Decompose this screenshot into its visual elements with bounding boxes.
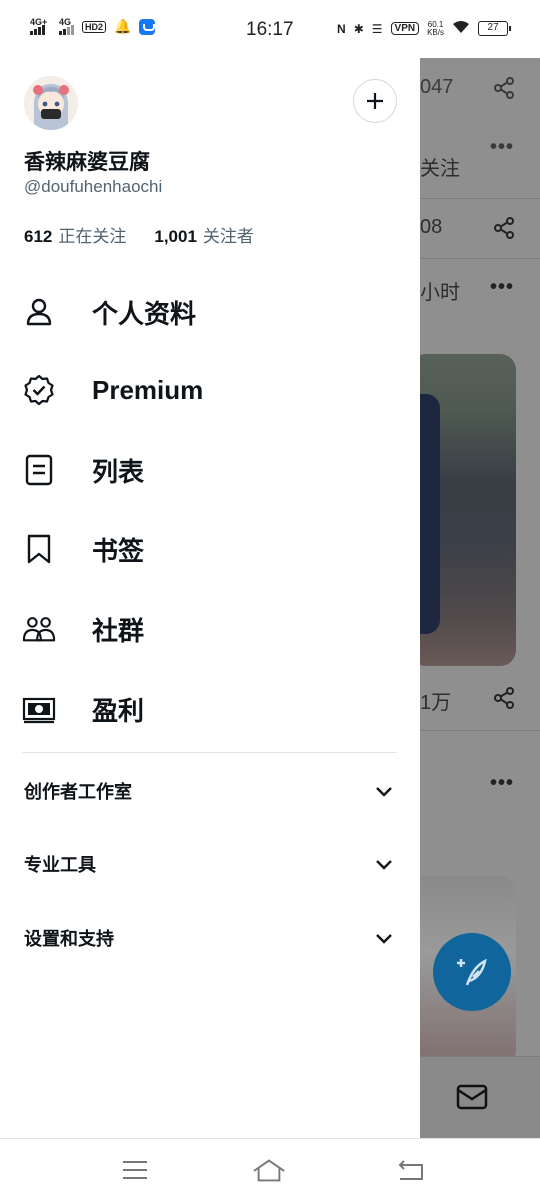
section-creator-studio[interactable]: 创作者工作室 [0, 766, 420, 816]
list-icon [22, 453, 56, 487]
bg-share-icon-3 [492, 686, 516, 715]
chevron-down-icon [376, 787, 392, 797]
menu-item-communities[interactable]: 社群 [0, 599, 420, 659]
signal-icon-2: 4G [59, 17, 74, 35]
navigation-drawer: 香辣麻婆豆腐 @doufuhenhaochi 612 正在关注 1,001 关注者 … [0, 58, 420, 1138]
avatar-illustration [24, 76, 78, 130]
bg-text-3: 08 [420, 216, 443, 238]
plus-icon [367, 93, 383, 109]
vpn-badge: VPN [390, 22, 420, 35]
hamburger-icon [123, 1161, 147, 1179]
menu-item-premium[interactable]: Premium [0, 360, 420, 420]
clock: 16:17 [246, 19, 294, 40]
background-timeline[interactable]: 047 ••• 关注 08 小时 ••• 1万 ••• [420, 58, 540, 1138]
network-speed: 60.1 KB/s [427, 19, 444, 37]
compose-fab[interactable] [433, 933, 511, 1011]
chevron-down-icon [376, 934, 392, 944]
bg-media-image-1[interactable] [420, 354, 516, 666]
person-icon [22, 295, 56, 329]
menu-divider [22, 752, 397, 753]
status-bar: 4G+ 4G HD2 🔔 16:17 N ✱ ☰ VPN 60.1 KB/s 2… [0, 0, 540, 58]
bg-text-1: 047 [420, 76, 454, 98]
bg-text-2: 关注 [420, 158, 460, 180]
bg-text-4: 小时 [420, 282, 460, 304]
wifi-icon [452, 20, 470, 37]
bg-more-icon-2: ••• [490, 772, 515, 794]
status-left: 4G+ 4G HD2 🔔 [30, 17, 156, 35]
bg-more-icon-0: ••• [490, 136, 515, 158]
verified-badge-icon [22, 373, 56, 407]
followers-link[interactable]: 1,001 关注者 [154, 222, 254, 247]
avatar[interactable] [24, 76, 78, 130]
battery-icon: 27 [478, 21, 511, 36]
section-professional-tools[interactable]: 专业工具 [0, 839, 420, 889]
hd-voice-icon: HD2 [82, 20, 107, 33]
menu-item-profile[interactable]: 个人资料 [0, 282, 420, 342]
bg-share-icon-2 [492, 216, 516, 245]
username-handle[interactable]: @doufuhenhaochi [24, 177, 162, 197]
bluetooth-icon: ✱ [353, 21, 364, 36]
menu-item-monetization[interactable]: 盈利 [0, 679, 420, 739]
home-icon [253, 1159, 285, 1182]
display-name[interactable]: 香辣麻婆豆腐 [24, 146, 150, 176]
monetization-icon [22, 692, 56, 726]
app-notification-icon [139, 18, 156, 35]
chevron-down-icon [376, 860, 392, 870]
bg-bottom-nav [420, 1056, 540, 1138]
signal-icon-1: 4G+ [30, 17, 47, 35]
back-icon [398, 1160, 423, 1180]
qq-icon: 🔔 [114, 18, 132, 34]
following-link[interactable]: 612 正在关注 [24, 222, 126, 247]
feather-plus-icon [457, 958, 487, 986]
communities-icon [22, 612, 56, 646]
nfc-icon: N [337, 21, 346, 36]
bg-text-5: 1万 [420, 692, 452, 714]
back-button[interactable] [394, 1155, 428, 1185]
menu-button[interactable] [118, 1155, 152, 1185]
vibrate-icon: ☰ [371, 21, 383, 36]
bg-more-icon-1: ••• [490, 276, 515, 298]
section-settings-support[interactable]: 设置和支持 [0, 913, 420, 963]
system-navigation-bar [0, 1138, 540, 1200]
mail-icon[interactable] [456, 1083, 488, 1116]
menu-item-lists[interactable]: 列表 [0, 440, 420, 500]
follow-stats: 612 正在关注 1,001 关注者 [24, 222, 254, 247]
status-right: N ✱ ☰ VPN 60.1 KB/s 27 [337, 19, 511, 37]
bookmark-icon [22, 532, 56, 566]
add-account-button[interactable] [353, 79, 397, 123]
menu-item-bookmarks[interactable]: 书签 [0, 519, 420, 579]
home-button[interactable] [252, 1155, 286, 1185]
bg-share-icon-1 [492, 76, 516, 105]
